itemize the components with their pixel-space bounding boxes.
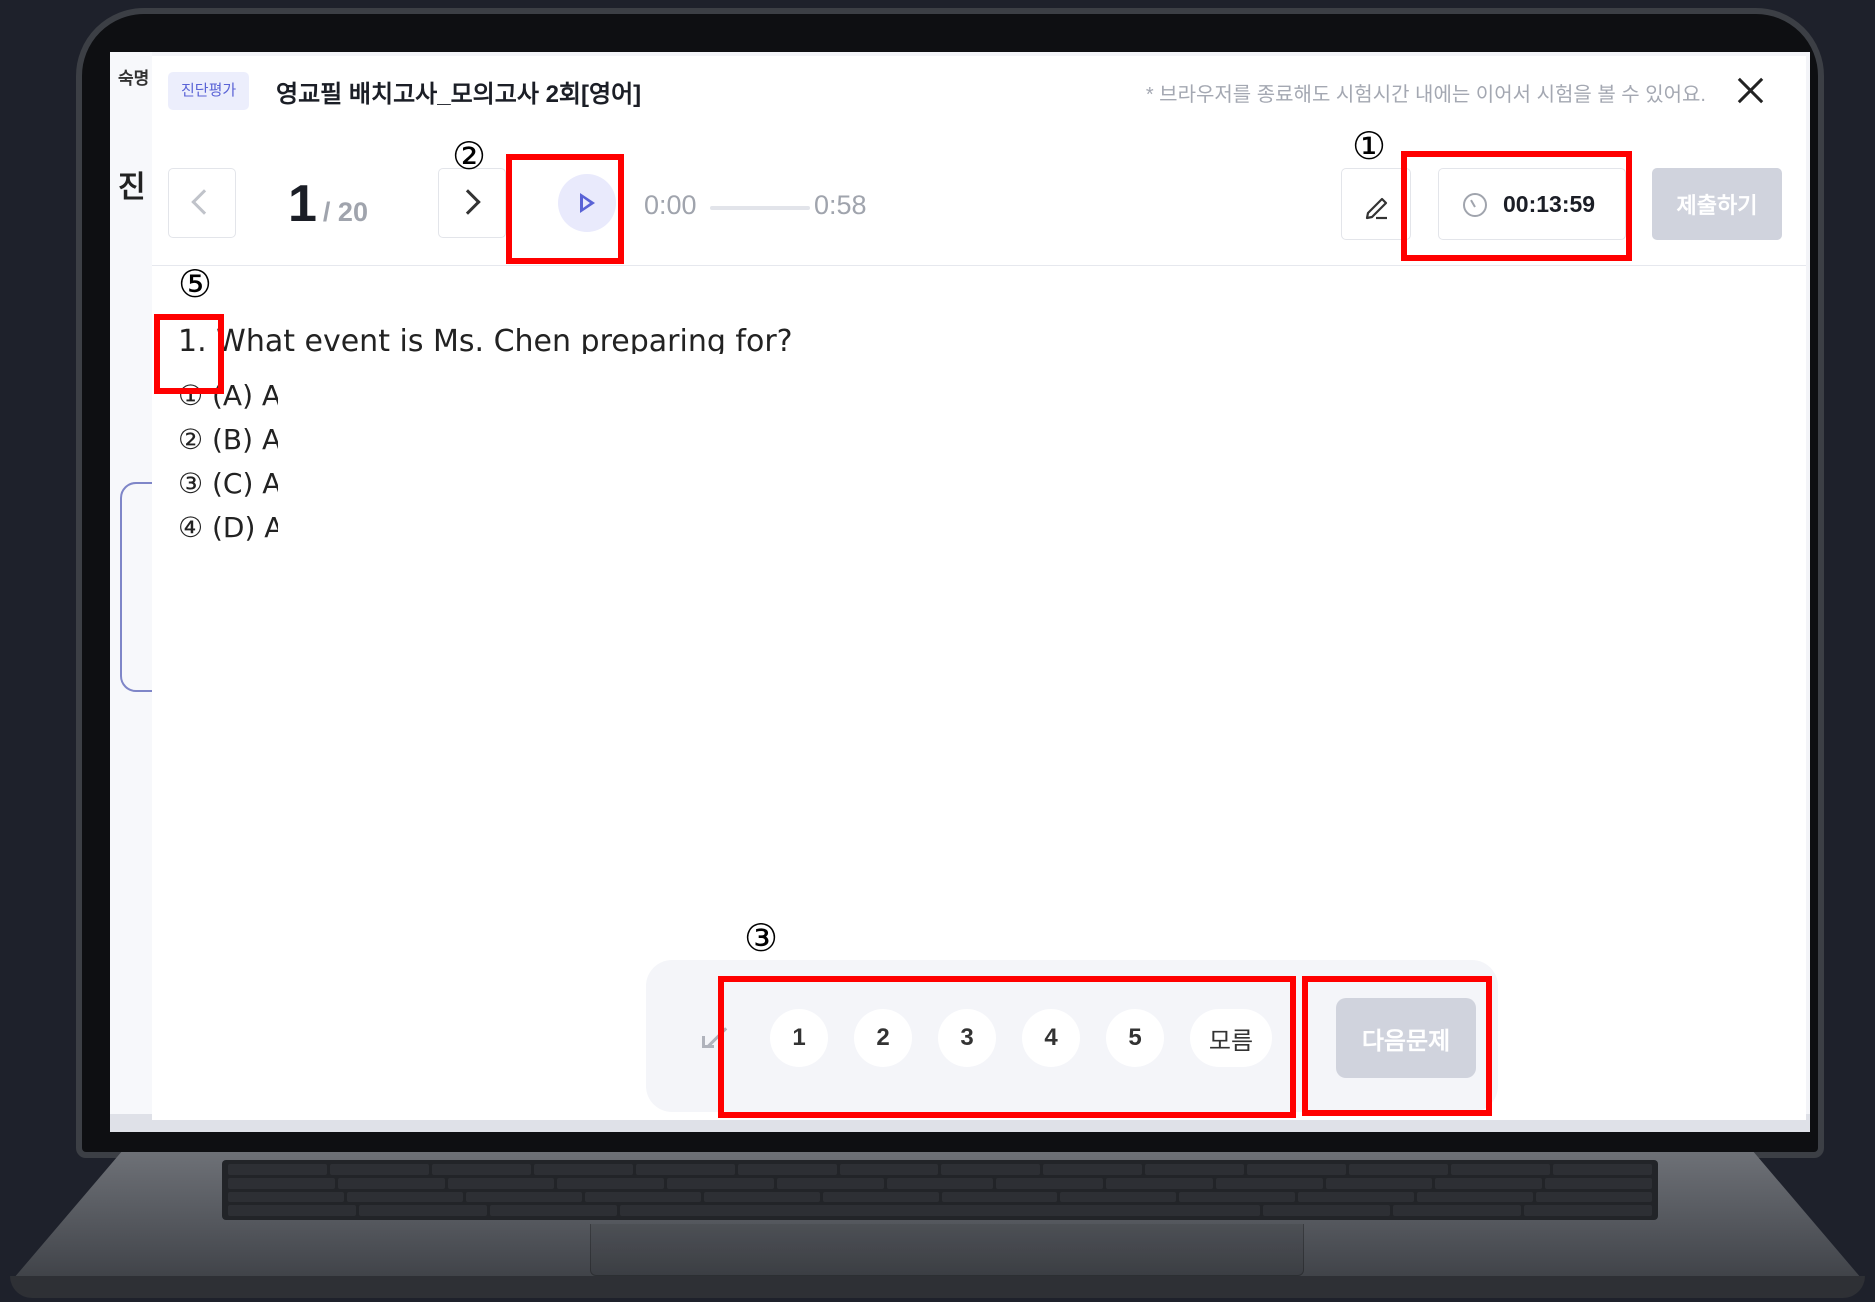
audio-progress-bar[interactable] bbox=[710, 206, 810, 210]
background-label: 숙명 bbox=[118, 69, 150, 88]
annotation-number-question: ⑤ bbox=[178, 262, 213, 306]
submit-button[interactable]: 제출하기 bbox=[1652, 168, 1782, 240]
modal-header: 진단평가 영교필 배치고사_모의고사 2회[영어] * 브라우저를 종료해도 시… bbox=[152, 56, 1806, 124]
option-c[interactable]: ③ (C) A bbox=[178, 462, 278, 506]
chevron-left-icon bbox=[191, 189, 217, 215]
close-icon[interactable] bbox=[1730, 70, 1770, 110]
exam-title: 영교필 배치고사_모의고사 2회[영어] bbox=[276, 81, 642, 108]
current-question-number: 1 bbox=[288, 175, 317, 233]
option-d[interactable]: ④ (D) A bbox=[178, 506, 278, 550]
resume-notice: * 브라우저를 종료해도 시험시간 내에는 이어서 시험을 볼 수 있어요. bbox=[1145, 84, 1706, 106]
previous-question-button[interactable] bbox=[168, 168, 236, 238]
audio-duration: 0:58 bbox=[814, 190, 867, 220]
annotation-box-audio bbox=[506, 154, 624, 264]
total-questions: / 20 bbox=[322, 197, 368, 227]
chevron-right-icon bbox=[455, 189, 481, 215]
annotation-number-timer: ① bbox=[1352, 124, 1387, 168]
next-question-arrow-button[interactable] bbox=[438, 168, 506, 238]
audio-current-time: 0:00 bbox=[644, 190, 697, 220]
laptop-trackpad bbox=[590, 1224, 1304, 1276]
annotation-number-audio: ② bbox=[452, 134, 487, 178]
laptop-lip bbox=[10, 1276, 1865, 1298]
exam-type-badge: 진단평가 bbox=[168, 72, 250, 110]
option-b[interactable]: ② (B) A bbox=[178, 418, 278, 462]
laptop-keyboard bbox=[222, 1160, 1658, 1220]
annotation-box-next bbox=[1302, 976, 1492, 1116]
annotation-box-timer bbox=[1401, 151, 1632, 261]
annotation-box-question-number bbox=[154, 314, 224, 394]
option-list: ① (A) A ② (B) A ③ (C) A ④ (D) A bbox=[178, 374, 793, 550]
annotation-box-choices bbox=[718, 976, 1296, 1118]
question-text: 1. What event is Ms. Chen preparing for? bbox=[178, 324, 793, 354]
annotation-number-choices: ③ bbox=[744, 916, 779, 960]
background-heading: 진 bbox=[118, 171, 146, 204]
question-counter: 1/ 20 bbox=[288, 174, 368, 234]
question-area: 1. What event is Ms. Chen preparing for?… bbox=[178, 324, 793, 550]
